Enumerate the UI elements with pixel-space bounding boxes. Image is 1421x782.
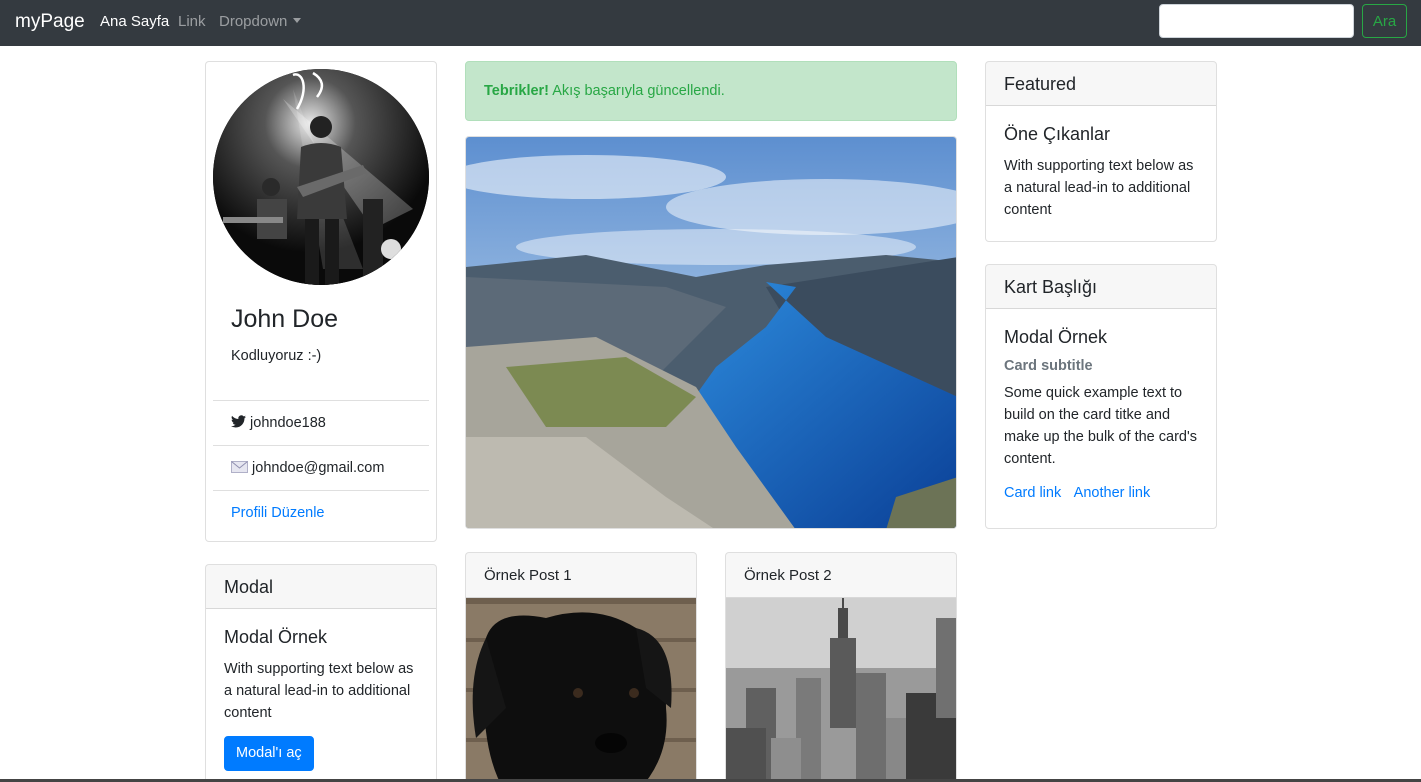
search-input[interactable] (1159, 4, 1354, 38)
another-link[interactable]: Another link (1074, 485, 1151, 501)
kart-card: Kart Başlığı Modal Örnek Card subtitle S… (985, 264, 1217, 529)
featured-card-header: Featured (986, 62, 1216, 106)
edit-profile-link[interactable]: Profili Düzenle (231, 505, 325, 521)
profile-name: John Doe (231, 305, 339, 333)
post-card-2: Örnek Post 2 (725, 552, 957, 782)
profile-bio: Kodluyoruz :-) (231, 348, 322, 364)
profile-card: John Doe Kodluyoruz :-) johndoe188 johnd… (205, 61, 437, 542)
card-link[interactable]: Card link (1004, 485, 1061, 501)
nav-link-home[interactable]: Ana Sayfa (100, 13, 169, 30)
modal-card: Modal Modal Örnek With supporting text b… (205, 564, 437, 782)
profile-twitter-handle: johndoe188 (250, 415, 326, 431)
profile-edit-item: Profili Düzenle (213, 490, 429, 535)
profile-avatar (213, 69, 429, 285)
post-1-title: Örnek Post 1 (466, 553, 696, 598)
nav-dropdown[interactable]: Dropdown (219, 13, 302, 30)
success-alert: Tebrikler! Akış başarıyla güncellendi. (465, 61, 957, 121)
city-image (726, 598, 956, 782)
featured-card-text: With supporting text below as a natural … (1004, 158, 1194, 218)
open-modal-button[interactable]: Modal'ı aç (224, 736, 314, 771)
post-card-1: Örnek Post 1 (465, 552, 697, 782)
kart-card-text: Some quick example text to build on the … (1004, 385, 1197, 467)
search-button[interactable]: Ara (1362, 4, 1407, 38)
profile-twitter-item[interactable]: johndoe188 (213, 400, 429, 445)
kart-card-subtitle: Card subtitle (1004, 358, 1093, 374)
nav-dropdown-label: Dropdown (219, 13, 288, 30)
twitter-icon (231, 415, 246, 428)
profile-email-item[interactable]: johndoe@gmail.com (213, 445, 429, 490)
modal-card-text: With supporting text below as a natural … (224, 661, 414, 721)
alert-strong: Tebrikler! (484, 83, 550, 99)
caret-down-icon (293, 18, 302, 23)
navbar-brand[interactable]: myPage (15, 11, 85, 33)
fjord-image (466, 137, 956, 528)
feed-image-card (465, 136, 957, 529)
dog-image (466, 598, 696, 782)
modal-card-title: Modal Örnek (224, 627, 328, 647)
featured-card-title: Öne Çıkanlar (1004, 124, 1111, 144)
post-2-title: Örnek Post 2 (726, 553, 956, 598)
profile-email: johndoe@gmail.com (252, 460, 385, 476)
kart-card-title: Modal Örnek (1004, 327, 1108, 347)
navbar: myPage Ana Sayfa Link Dropdown Ara (0, 0, 1421, 46)
alert-message: Akış başarıyla güncellendi. (549, 83, 725, 99)
modal-card-header: Modal (206, 565, 436, 609)
nav-link-link[interactable]: Link (178, 13, 206, 30)
envelope-icon (231, 461, 248, 473)
kart-card-header: Kart Başlığı (986, 265, 1216, 309)
featured-card: Featured Öne Çıkanlar With supporting te… (985, 61, 1217, 242)
